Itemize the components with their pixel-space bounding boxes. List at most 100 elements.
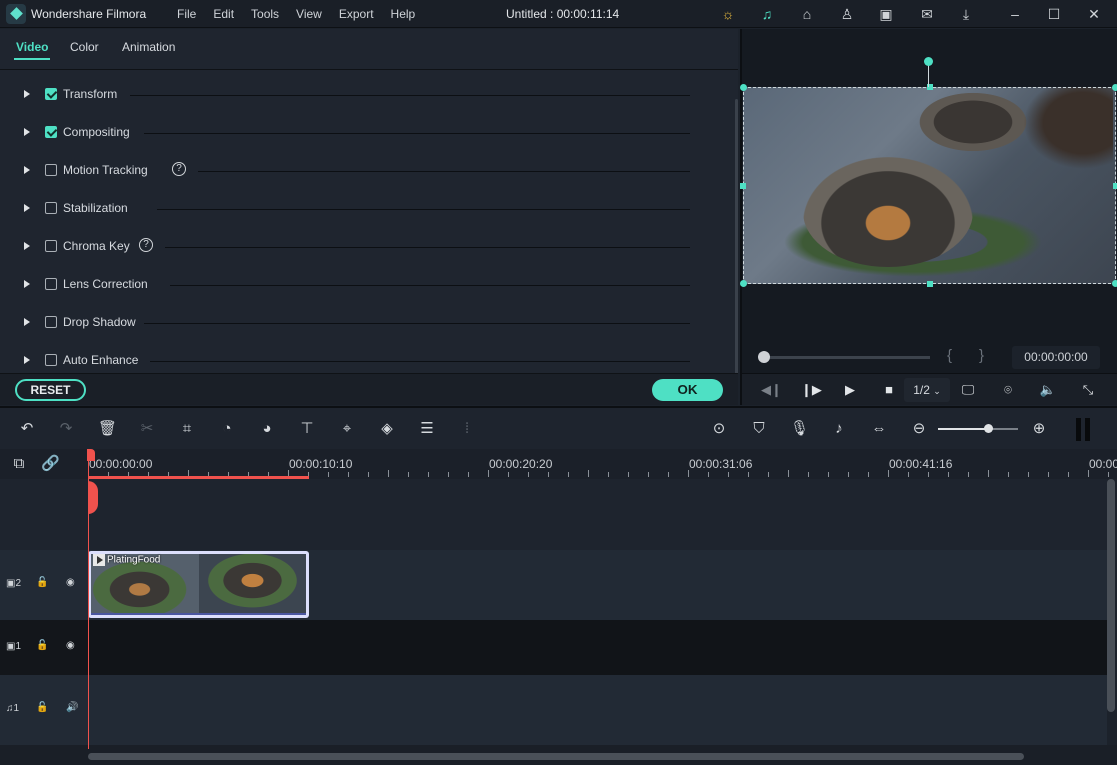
playhead-handle[interactable] [87,449,95,461]
zoom-in-icon[interactable]: ⊕ [1030,420,1048,438]
lock-icon[interactable]: 🔓 [36,702,48,713]
speaker-icon[interactable]: 🔊 [66,702,78,713]
maximize-icon[interactable]: ☐ [1045,5,1063,23]
prev-frame-icon[interactable]: ◀︎❙ [761,381,782,399]
help-icon[interactable]: ? [172,162,186,176]
section-lens-correction[interactable]: Lens Correction [0,275,700,295]
close-icon[interactable]: ✕ [1085,5,1103,23]
fullscreen-icon[interactable]: ⤡ [1079,381,1097,399]
bulb-icon[interactable]: ☼ [719,5,737,23]
section-checkbox[interactable] [45,316,57,328]
section-auto-enhance[interactable]: Auto Enhance [0,351,700,371]
section-stabilization[interactable]: Stabilization [0,199,700,219]
audio-wave-icon[interactable]: ⦙ [458,420,476,438]
redo-icon[interactable]: ↷ [57,420,75,438]
eye-icon[interactable]: ◉ [66,577,75,588]
crop-icon[interactable]: ⌗ [178,420,196,438]
menu-edit[interactable]: Edit [213,7,234,21]
section-checkbox[interactable] [45,240,57,252]
ok-button[interactable]: OK [652,379,723,401]
zoom-out-icon[interactable]: ⊖ [910,420,928,438]
preview-scrubber[interactable] [762,356,930,359]
playhead[interactable] [88,449,89,749]
marker-icon[interactable]: ⛉ [750,420,768,438]
menu-export[interactable]: Export [339,7,374,21]
mark-out-button[interactable]: } [979,347,984,364]
tab-animation[interactable]: Animation [122,40,175,54]
section-transform[interactable]: Transform [0,85,700,105]
lock-icon[interactable]: 🔓 [36,640,48,651]
reset-button[interactable]: RESET [15,379,86,401]
section-checkbox[interactable] [45,354,57,366]
help-icon[interactable]: ? [139,238,153,252]
section-chroma-key[interactable]: Chroma Key? [0,237,700,257]
display-icon[interactable]: 🖵 [959,381,977,399]
undo-icon[interactable]: ↶ [18,420,36,438]
section-checkbox[interactable] [45,278,57,290]
menu-view[interactable]: View [296,7,322,21]
link-icon[interactable]: 🔗 [41,455,60,473]
expand-arrow-icon[interactable] [24,318,30,326]
camera-icon[interactable]: ⌾ [999,381,1017,399]
zoom-slider[interactable] [938,428,1018,430]
section-drop-shadow[interactable]: Drop Shadow [0,313,700,333]
expand-arrow-icon[interactable] [24,166,30,174]
save-icon[interactable]: ▣ [877,5,895,23]
video-clip[interactable]: PlatingFood [88,551,309,618]
headset-icon[interactable]: ♫ [758,5,776,23]
expand-arrow-icon[interactable] [24,128,30,136]
tab-video[interactable]: Video [16,40,48,54]
color-palette-icon[interactable]: ◕ [258,420,276,438]
transform-box[interactable] [740,84,1117,287]
delete-icon[interactable]: 🗑 [98,420,117,438]
green-screen-icon[interactable]: ⊤ [298,420,316,438]
menu-tools[interactable]: Tools [251,7,279,21]
user-icon[interactable]: ♙ [838,5,856,23]
expand-arrow-icon[interactable] [24,280,30,288]
play-icon[interactable]: ▶ [841,381,859,399]
render-icon[interactable]: ⊙ [710,420,728,438]
expand-arrow-icon[interactable] [24,242,30,250]
section-compositing[interactable]: Compositing [0,123,700,143]
microphone-icon[interactable]: 🎙 [790,420,809,438]
eye-icon[interactable]: ◉ [66,640,75,651]
section-checkbox[interactable] [45,202,57,214]
download-icon[interactable]: ⤓ [957,5,975,23]
zoom-slider-knob[interactable] [984,424,993,433]
rotate-handle[interactable] [924,57,933,66]
timeline-ruler[interactable]: ⧉ 🔗 00:00:00:00 00:00:10:10 00:00:20:20 00:… [0,449,1117,479]
menu-help[interactable]: Help [391,7,416,21]
stop-icon[interactable]: ■ [880,381,898,399]
timeline-hscrollbar[interactable] [88,753,1024,760]
expand-arrow-icon[interactable] [24,204,30,212]
gift-icon[interactable]: ⌂ [798,5,816,23]
expand-arrow-icon[interactable] [24,90,30,98]
next-frame-icon[interactable]: ❙▶︎ [801,381,822,399]
expand-arrow-icon[interactable] [24,356,30,364]
playhead-split-icon[interactable] [88,481,98,514]
scrubber-knob[interactable] [758,351,770,363]
section-checkbox[interactable] [45,126,57,138]
timeline-vscrollbar[interactable] [1107,479,1115,712]
keyframe-icon[interactable]: ◈ [378,420,396,438]
speed-icon[interactable]: ◔ [218,420,236,438]
audio-mixer-icon[interactable]: ♪ [830,420,848,438]
focus-icon[interactable]: ⌖ [338,420,356,438]
section-motion-tracking[interactable]: Motion Tracking? [0,161,700,181]
lock-icon[interactable]: 🔓 [36,577,48,588]
playback-quality-select[interactable]: 1/2 ⌄ [904,378,950,402]
volume-icon[interactable]: 🔈 [1039,381,1057,399]
mark-in-button[interactable]: { [947,347,952,364]
tab-color[interactable]: Color [70,40,99,54]
adjust-icon[interactable]: ☰ [418,420,436,438]
cut-icon[interactable]: ✂ [138,420,156,438]
mail-icon[interactable]: ✉ [918,5,936,23]
section-checkbox[interactable] [45,88,57,100]
add-track-icon[interactable]: ⧉ [10,455,28,473]
fit-timeline-icon[interactable]: ⇔ [870,420,888,438]
menu-file[interactable]: File [177,7,196,21]
minimize-icon[interactable]: – [1006,5,1024,23]
section-checkbox[interactable] [45,164,57,176]
panel-scrollbar[interactable] [735,99,738,399]
pause-icon[interactable] [1076,418,1090,441]
